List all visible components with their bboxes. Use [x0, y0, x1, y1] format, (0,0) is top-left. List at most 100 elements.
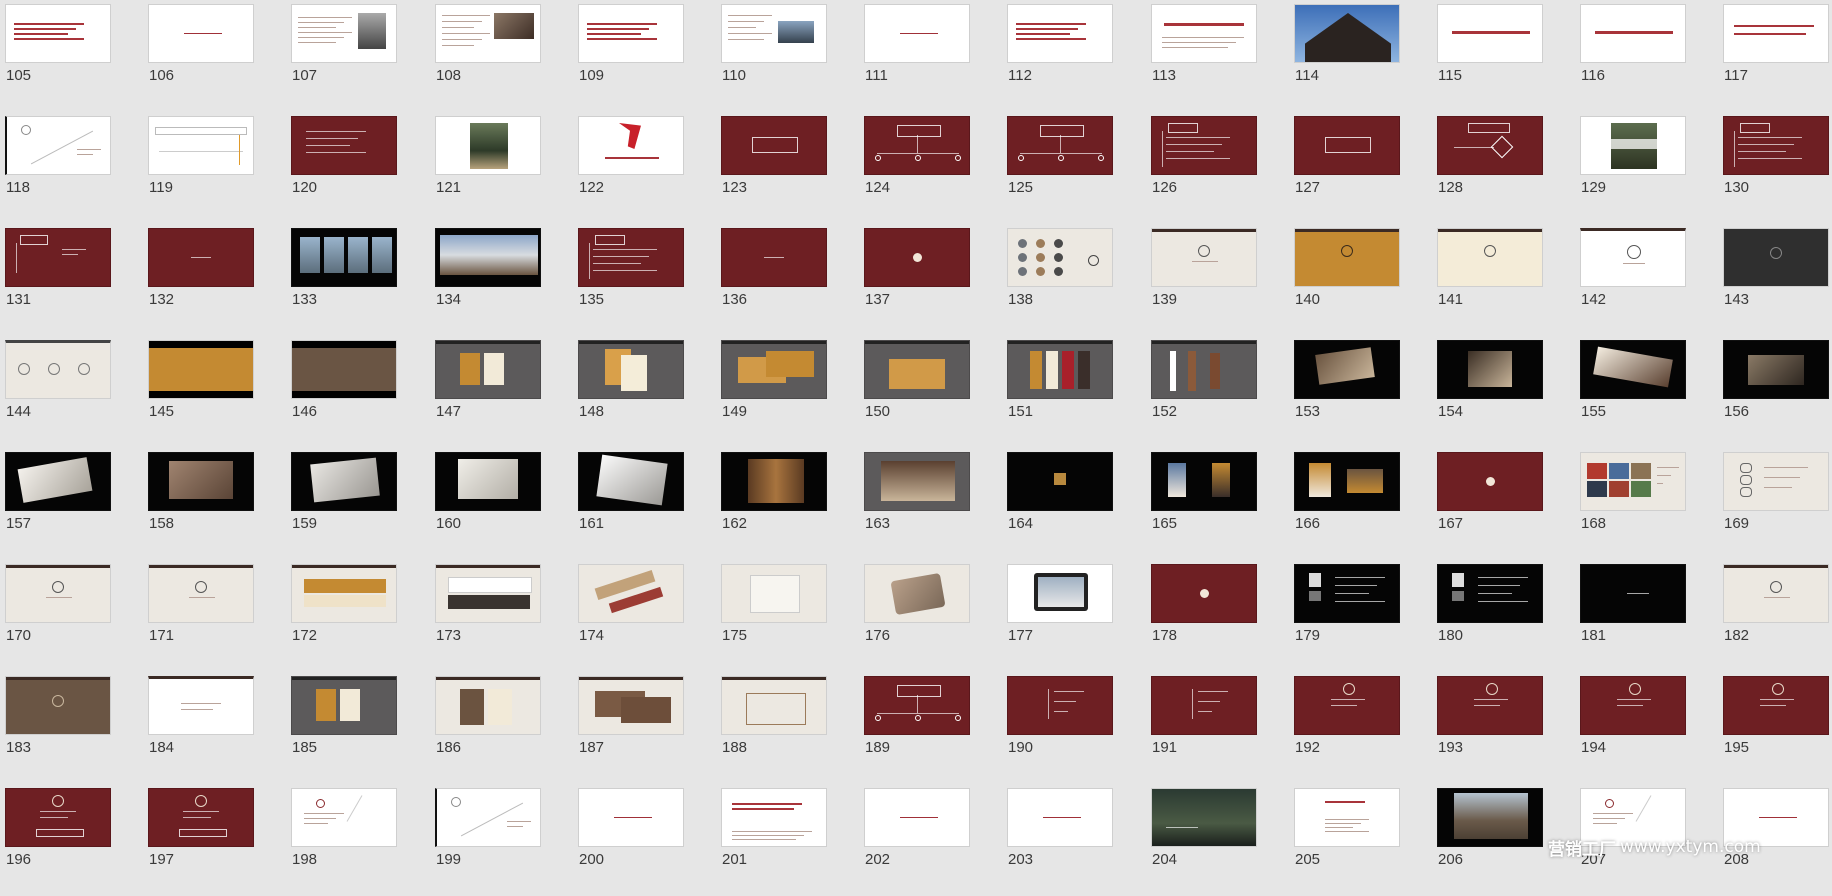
slide-thumbnail-135[interactable]: 135: [574, 224, 684, 336]
slide-thumbnail-191[interactable]: 191: [1147, 672, 1257, 784]
slide-thumbnail-130[interactable]: 130: [1719, 112, 1829, 224]
slide-thumbnail-187[interactable]: 187: [574, 672, 684, 784]
slide-thumbnail-170[interactable]: 170: [1, 560, 111, 672]
slide-thumbnail-150[interactable]: 150: [860, 336, 970, 448]
slide-thumbnail-184[interactable]: 184: [144, 672, 254, 784]
slide-thumbnail-164[interactable]: 164: [1003, 448, 1113, 560]
slide-thumbnail-154[interactable]: 154: [1433, 336, 1543, 448]
slide-thumbnail-160[interactable]: 160: [431, 448, 541, 560]
slide-thumbnail-176[interactable]: 176: [860, 560, 970, 672]
slide-thumbnail-165[interactable]: 165: [1147, 448, 1257, 560]
slide-thumbnail-118[interactable]: 118: [1, 112, 111, 224]
slide-thumbnail-189[interactable]: 189: [860, 672, 970, 784]
slide-thumbnail-158[interactable]: 158: [144, 448, 254, 560]
slide-thumbnail-171[interactable]: 171: [144, 560, 254, 672]
slide-thumbnail-180[interactable]: 180: [1433, 560, 1543, 672]
slide-thumbnail-106[interactable]: 106: [144, 0, 254, 112]
slide-thumbnail-139[interactable]: 139: [1147, 224, 1257, 336]
slide-thumbnail-203[interactable]: 203: [1003, 784, 1113, 896]
slide-thumbnail-140[interactable]: 140: [1290, 224, 1400, 336]
slide-thumbnail-129[interactable]: 129: [1576, 112, 1686, 224]
slide-thumbnail-172[interactable]: 172: [287, 560, 397, 672]
slide-thumbnail-185[interactable]: 185: [287, 672, 397, 784]
slide-thumbnail-133[interactable]: 133: [287, 224, 397, 336]
slide-thumbnail-178[interactable]: 178: [1147, 560, 1257, 672]
slide-thumbnail-190[interactable]: 190: [1003, 672, 1113, 784]
slide-thumbnail-193[interactable]: 193: [1433, 672, 1543, 784]
slide-thumbnail-122[interactable]: 122: [574, 112, 684, 224]
slide-thumbnail-151[interactable]: 151: [1003, 336, 1113, 448]
slide-thumbnail-142[interactable]: 142: [1576, 224, 1686, 336]
slide-thumbnail-128[interactable]: 128: [1433, 112, 1543, 224]
slide-thumbnail-110[interactable]: 110: [717, 0, 827, 112]
slide-thumbnail-113[interactable]: 113: [1147, 0, 1257, 112]
slide-thumbnail-144[interactable]: 144: [1, 336, 111, 448]
slide-thumbnail-169[interactable]: 169: [1719, 448, 1829, 560]
slide-thumbnail-136[interactable]: 136: [717, 224, 827, 336]
slide-thumbnail-146[interactable]: 146: [287, 336, 397, 448]
slide-thumbnail-205[interactable]: 205: [1290, 784, 1400, 896]
slide-thumbnail-181[interactable]: 181: [1576, 560, 1686, 672]
slide-thumbnail-105[interactable]: 105: [1, 0, 111, 112]
slide-thumbnail-168[interactable]: 168: [1576, 448, 1686, 560]
slide-thumbnail-112[interactable]: 112: [1003, 0, 1113, 112]
slide-thumbnail-167[interactable]: 167: [1433, 448, 1543, 560]
slide-thumbnail-152[interactable]: 152: [1147, 336, 1257, 448]
slide-thumbnail-166[interactable]: 166: [1290, 448, 1400, 560]
slide-thumbnail-114[interactable]: 114: [1290, 0, 1400, 112]
slide-thumbnail-116[interactable]: 116: [1576, 0, 1686, 112]
slide-thumbnail-124[interactable]: 124: [860, 112, 970, 224]
slide-thumbnail-125[interactable]: 125: [1003, 112, 1113, 224]
slide-thumbnail-198[interactable]: 198: [287, 784, 397, 896]
slide-thumbnail-117[interactable]: 117: [1719, 0, 1829, 112]
slide-thumbnail-161[interactable]: 161: [574, 448, 684, 560]
slide-thumbnail-173[interactable]: 173: [431, 560, 541, 672]
slide-thumbnail-120[interactable]: 120: [287, 112, 397, 224]
slide-thumbnail-201[interactable]: 201: [717, 784, 827, 896]
slide-thumbnail-111[interactable]: 111: [860, 0, 970, 112]
slide-thumbnail-163[interactable]: 163: [860, 448, 970, 560]
slide-thumbnail-109[interactable]: 109: [574, 0, 684, 112]
slide-thumbnail-123[interactable]: 123: [717, 112, 827, 224]
slide-thumbnail-143[interactable]: 143: [1719, 224, 1829, 336]
slide-thumbnail-202[interactable]: 202: [860, 784, 970, 896]
slide-thumbnail-188[interactable]: 188: [717, 672, 827, 784]
slide-thumbnail-132[interactable]: 132: [144, 224, 254, 336]
slide-thumbnail-199[interactable]: 199: [431, 784, 541, 896]
slide-thumbnail-206[interactable]: 206: [1433, 784, 1543, 896]
slide-thumbnail-162[interactable]: 162: [717, 448, 827, 560]
slide-thumbnail-127[interactable]: 127: [1290, 112, 1400, 224]
slide-thumbnail-182[interactable]: 182: [1719, 560, 1829, 672]
slide-thumbnail-156[interactable]: 156: [1719, 336, 1829, 448]
slide-thumbnail-153[interactable]: 153: [1290, 336, 1400, 448]
slide-thumbnail-126[interactable]: 126: [1147, 112, 1257, 224]
slide-thumbnail-192[interactable]: 192: [1290, 672, 1400, 784]
slide-thumbnail-108[interactable]: 108: [431, 0, 541, 112]
slide-thumbnail-200[interactable]: 200: [574, 784, 684, 896]
slide-thumbnail-131[interactable]: 131: [1, 224, 111, 336]
slide-thumbnail-148[interactable]: 148: [574, 336, 684, 448]
slide-thumbnail-149[interactable]: 149: [717, 336, 827, 448]
slide-thumbnail-138[interactable]: 138: [1003, 224, 1113, 336]
slide-thumbnail-204[interactable]: 204: [1147, 784, 1257, 896]
slide-thumbnail-175[interactable]: 175: [717, 560, 827, 672]
slide-thumbnail-145[interactable]: 145: [144, 336, 254, 448]
slide-thumbnail-177[interactable]: 177: [1003, 560, 1113, 672]
slide-thumbnail-174[interactable]: 174: [574, 560, 684, 672]
slide-thumbnail-157[interactable]: 157: [1, 448, 111, 560]
slide-thumbnail-186[interactable]: 186: [431, 672, 541, 784]
slide-thumbnail-134[interactable]: 134: [431, 224, 541, 336]
slide-thumbnail-141[interactable]: 141: [1433, 224, 1543, 336]
slide-thumbnail-195[interactable]: 195: [1719, 672, 1829, 784]
slide-thumbnail-119[interactable]: 119: [144, 112, 254, 224]
slide-thumbnail-147[interactable]: 147: [431, 336, 541, 448]
slide-thumbnail-115[interactable]: 115: [1433, 0, 1543, 112]
slide-thumbnail-107[interactable]: 107: [287, 0, 397, 112]
slide-thumbnail-194[interactable]: 194: [1576, 672, 1686, 784]
slide-thumbnail-183[interactable]: 183: [1, 672, 111, 784]
slide-thumbnail-155[interactable]: 155: [1576, 336, 1686, 448]
slide-thumbnail-179[interactable]: 179: [1290, 560, 1400, 672]
slide-thumbnail-137[interactable]: 137: [860, 224, 970, 336]
slide-thumbnail-121[interactable]: 121: [431, 112, 541, 224]
slide-thumbnail-159[interactable]: 159: [287, 448, 397, 560]
